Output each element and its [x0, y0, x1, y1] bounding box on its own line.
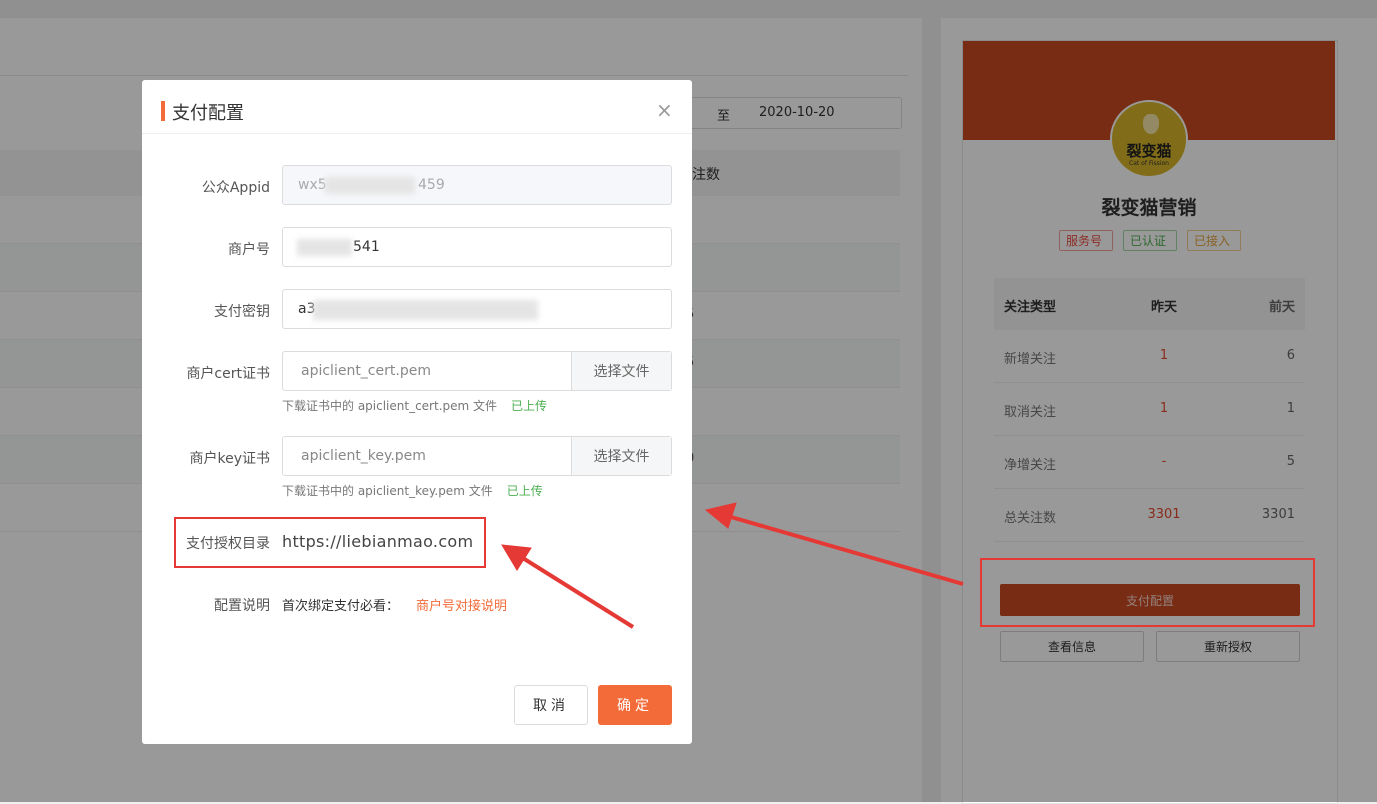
annotation-arrows	[501, 502, 964, 629]
arrow-head-icon	[501, 544, 532, 571]
arrow-line	[723, 513, 964, 586]
arrow-line	[516, 553, 635, 629]
arrow-head-icon	[704, 502, 737, 529]
